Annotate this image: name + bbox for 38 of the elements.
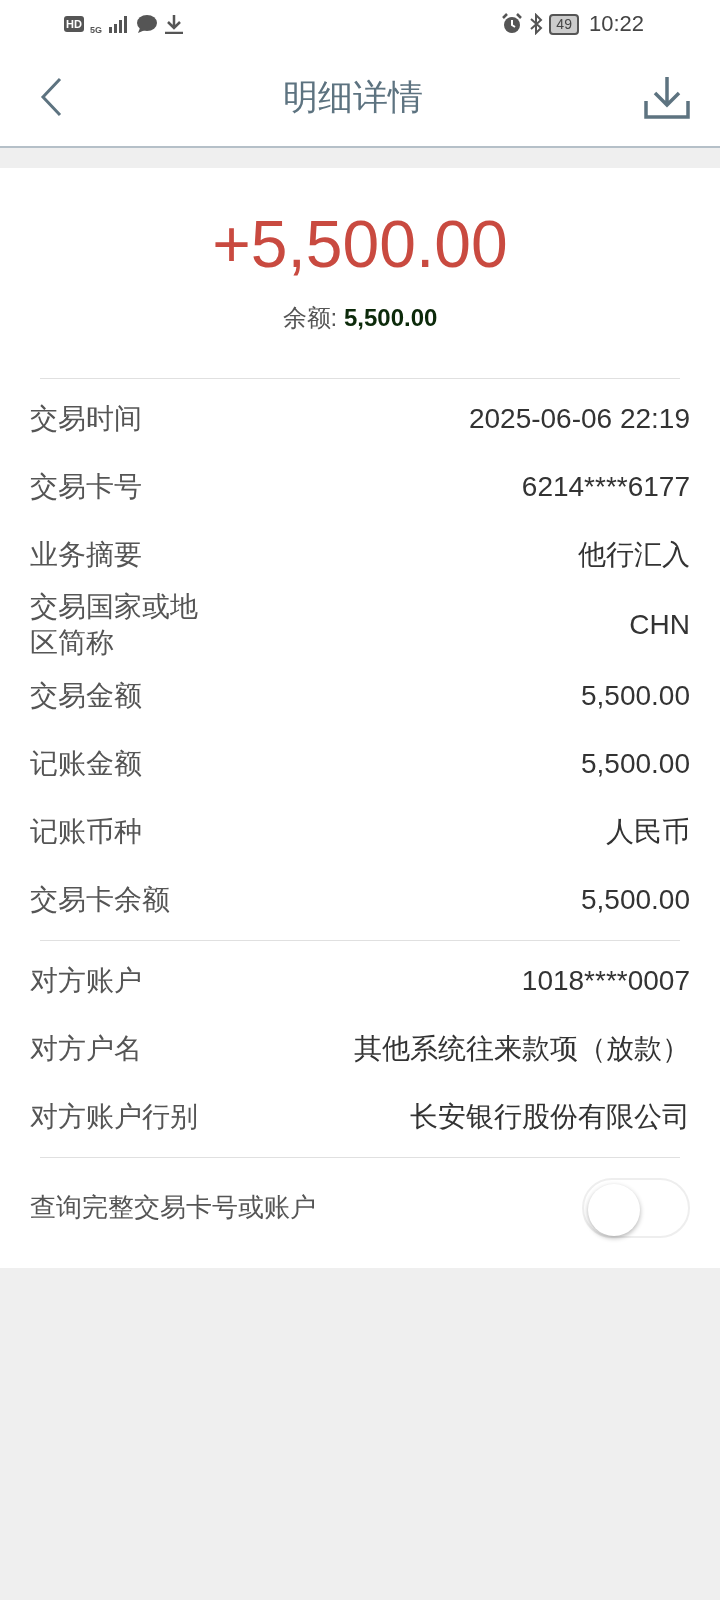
field-label: 对方账户	[30, 963, 143, 998]
field-value: 5,500.00	[581, 883, 690, 916]
field-label: 交易卡余额	[30, 882, 171, 917]
field-label: 交易金额	[30, 678, 143, 713]
back-button[interactable]	[40, 77, 62, 117]
alarm-icon	[501, 13, 524, 35]
field-label: 业务摘要	[30, 537, 143, 572]
field-label: 记账金额	[30, 746, 143, 781]
field-label: 交易国家或地区简称	[30, 590, 199, 661]
field-value: 2025-06-06 22:19	[468, 403, 690, 435]
clock-time: 10:22	[588, 11, 644, 37]
field-value: 1018****0007	[521, 964, 690, 997]
field-value: 6214****6177	[521, 471, 690, 503]
field-value: 5,500.00	[581, 679, 690, 712]
network-label: 5G	[89, 25, 102, 35]
field-label: 交易时间	[30, 401, 143, 436]
field-label: 对方户名	[30, 1031, 143, 1066]
field-value: 他行汇入	[578, 538, 690, 572]
field-value: 5,500.00	[581, 747, 690, 780]
field-label: 交易卡号	[30, 469, 143, 504]
balance-value: 5,500.00	[343, 304, 438, 331]
field-label: 对方账户行别	[30, 1099, 199, 1134]
download-button[interactable]	[644, 75, 690, 119]
chat-icon	[135, 14, 158, 34]
hd-icon: HD	[64, 16, 84, 32]
field-value: 人民币	[606, 814, 690, 849]
field-label: 记账币种	[30, 814, 143, 849]
field-value: CHN	[629, 609, 690, 642]
toggle-label: 查询完整交易卡号或账户	[30, 1191, 316, 1225]
download-icon	[163, 14, 184, 34]
page-title: 明细详情	[283, 75, 423, 118]
balance-label: 余额:	[282, 304, 338, 331]
battery-icon: 49	[549, 13, 579, 35]
signal-icon	[107, 15, 130, 33]
field-value: 长安银行股份有限公司	[410, 1099, 690, 1134]
bluetooth-icon	[529, 13, 544, 35]
amount-value: +5,500.00	[211, 206, 509, 282]
field-value: 其他系统往来款项（放款）	[354, 1031, 690, 1066]
